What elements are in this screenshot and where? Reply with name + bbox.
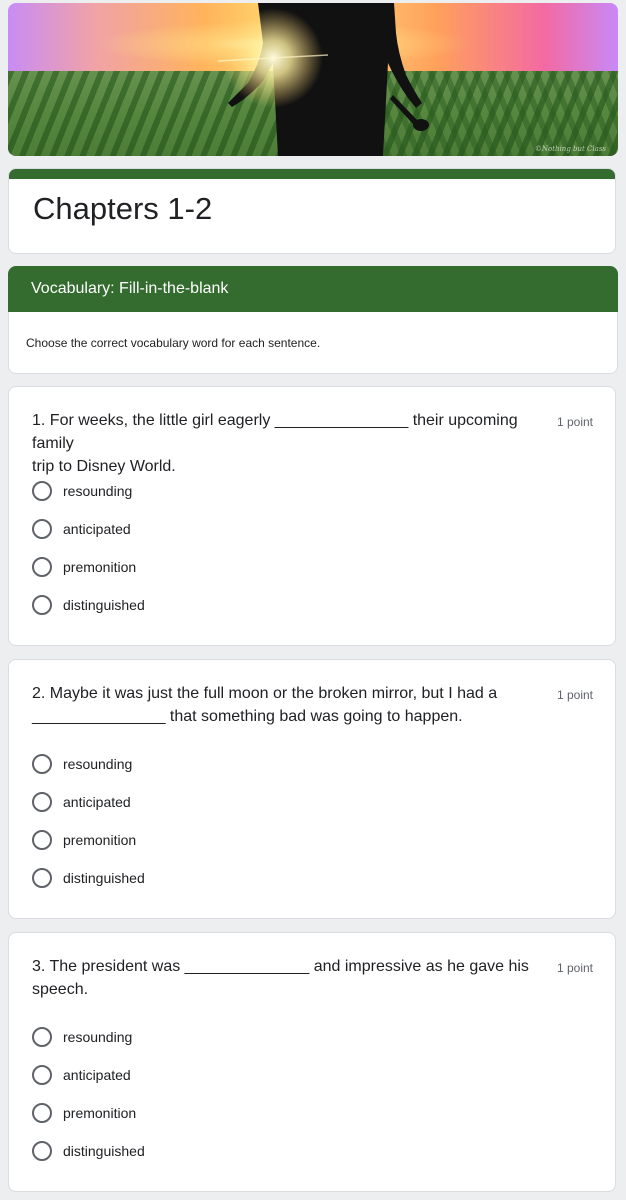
option-label: distinguished — [63, 870, 145, 886]
option-label: premonition — [63, 832, 137, 848]
question-text: 1. For weeks, the little girl eagerly __… — [32, 409, 552, 478]
radio-button[interactable] — [32, 754, 52, 774]
form-title-card: Chapters 1-2 — [8, 168, 616, 254]
option-label: resounding — [63, 483, 133, 499]
question-text-line: speech. — [32, 981, 89, 998]
option-label: anticipated — [63, 794, 131, 810]
points-label: 1 point — [556, 415, 593, 429]
question-text: 3. The president was ______________ and … — [32, 955, 552, 1001]
option-premonition[interactable]: premonition — [32, 555, 136, 579]
question-card-3: 3. The president was ______________ and … — [8, 932, 616, 1192]
radio-button[interactable] — [32, 481, 52, 501]
question-text-line: trip to Disney World. — [32, 458, 176, 475]
form-title: Chapters 1-2 — [33, 191, 213, 226]
question-card-2: 2. Maybe it was just the full moon or th… — [8, 659, 616, 919]
radio-button[interactable] — [32, 1103, 52, 1123]
option-label: premonition — [63, 1105, 137, 1121]
section-header: Vocabulary: Fill-in-the-blank — [8, 266, 618, 312]
banner-credit: ©Nothing but Class — [534, 145, 606, 153]
section-description: Choose the correct vocabulary word for e… — [26, 336, 321, 350]
question-text-line: _______________ that something bad was g… — [32, 708, 463, 725]
option-premonition[interactable]: premonition — [32, 828, 136, 852]
option-distinguished[interactable]: distinguished — [32, 593, 145, 617]
question-text-line: 2. Maybe it was just the full moon or th… — [32, 685, 498, 702]
title-accent-bar — [9, 169, 615, 179]
radio-button[interactable] — [32, 792, 52, 812]
question-card-1: 1. For weeks, the little girl eagerly __… — [8, 386, 616, 646]
girl-silhouette-icon — [218, 3, 429, 156]
option-anticipated[interactable]: anticipated — [32, 517, 131, 541]
radio-button[interactable] — [32, 868, 52, 888]
option-anticipated[interactable]: anticipated — [32, 790, 131, 814]
question-text: 2. Maybe it was just the full moon or th… — [32, 682, 552, 728]
option-anticipated[interactable]: anticipated — [32, 1063, 131, 1087]
option-distinguished[interactable]: distinguished — [32, 1139, 145, 1163]
option-label: distinguished — [63, 597, 145, 613]
option-resounding[interactable]: resounding — [32, 1025, 132, 1049]
radio-button[interactable] — [32, 830, 52, 850]
points-label: 1 point — [556, 961, 593, 975]
option-label: resounding — [63, 756, 133, 772]
question-text-line: 1. For weeks, the little girl eagerly __… — [32, 412, 518, 452]
radio-button[interactable] — [32, 557, 52, 577]
option-label: premonition — [63, 559, 137, 575]
option-label: resounding — [63, 1029, 133, 1045]
option-premonition[interactable]: premonition — [32, 1101, 136, 1125]
question-text-line: 3. The president was ______________ and … — [32, 958, 529, 975]
radio-button[interactable] — [32, 519, 52, 539]
radio-button[interactable] — [32, 1141, 52, 1161]
section-description-card: Choose the correct vocabulary word for e… — [8, 312, 618, 374]
option-label: anticipated — [63, 1067, 131, 1083]
radio-button[interactable] — [32, 1065, 52, 1085]
points-label: 1 point — [556, 688, 593, 702]
radio-button[interactable] — [32, 1027, 52, 1047]
option-label: anticipated — [63, 521, 131, 537]
option-resounding[interactable]: resounding — [32, 752, 132, 776]
radio-button[interactable] — [32, 595, 52, 615]
option-label: distinguished — [63, 1143, 145, 1159]
header-banner-image: ©Nothing but Class — [8, 3, 618, 156]
option-resounding[interactable]: resounding — [32, 479, 132, 503]
option-distinguished[interactable]: distinguished — [32, 866, 145, 890]
